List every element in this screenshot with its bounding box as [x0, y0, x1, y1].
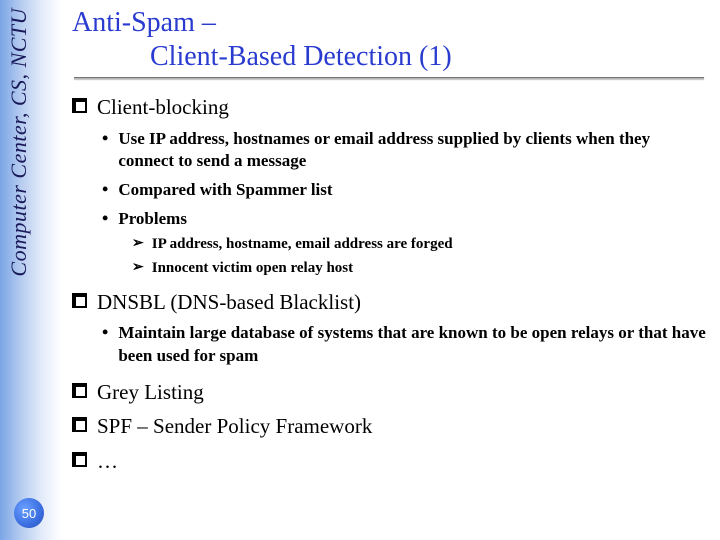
dot-bullet-icon: • — [102, 209, 108, 229]
list-item: … — [72, 447, 706, 475]
list-item-text: Client-blocking — [97, 93, 229, 121]
sub-sub-item-text: Innocent victim open relay host — [152, 258, 353, 278]
sub-sub-list: ➢ IP address, hostname, email address ar… — [132, 234, 706, 278]
sub-item: • Compared with Spammer list — [102, 179, 706, 202]
list-item-text: DNSBL (DNS-based Blacklist) — [97, 288, 361, 316]
square-bullet-icon — [72, 417, 87, 432]
arrow-bullet-icon: ➢ — [132, 235, 144, 254]
page-number-badge: 50 — [14, 498, 44, 528]
list-item-text: SPF – Sender Policy Framework — [97, 412, 372, 440]
bullet-list: Client-blocking • Use IP address, hostna… — [72, 93, 706, 475]
sub-item: • Use IP address, hostnames or email add… — [102, 128, 706, 174]
dot-bullet-icon: • — [102, 129, 108, 149]
sub-list: • Maintain large database of systems tha… — [102, 322, 706, 368]
sidebar-label: Computer Center, CS, NCTU — [6, 8, 32, 277]
list-item-text: … — [97, 447, 118, 475]
dot-bullet-icon: • — [102, 323, 108, 343]
square-bullet-icon — [72, 452, 87, 467]
page-number: 50 — [22, 506, 36, 521]
sub-item-text: Compared with Spammer list — [118, 179, 332, 202]
sub-item-text: Maintain large database of systems that … — [118, 322, 706, 368]
sub-item-text: Problems — [118, 208, 187, 231]
list-item-text: Grey Listing — [97, 378, 204, 406]
list-item: DNSBL (DNS-based Blacklist) — [72, 288, 706, 316]
slide-content: Anti-Spam – Client-Based Detection (1) C… — [72, 6, 706, 530]
sub-sub-item-text: IP address, hostname, email address are … — [152, 234, 453, 254]
list-item: Client-blocking — [72, 93, 706, 121]
sub-item-text: Use IP address, hostnames or email addre… — [118, 128, 706, 174]
arrow-bullet-icon: ➢ — [132, 259, 144, 278]
title-line-1: Anti-Spam – — [72, 7, 216, 38]
list-item: Grey Listing — [72, 378, 706, 406]
slide-title: Anti-Spam – Client-Based Detection (1) — [72, 6, 706, 73]
sub-item: • Maintain large database of systems tha… — [102, 322, 706, 368]
sub-sub-item: ➢ Innocent victim open relay host — [132, 258, 706, 278]
square-bullet-icon — [72, 383, 87, 398]
sub-sub-item: ➢ IP address, hostname, email address ar… — [132, 234, 706, 254]
dot-bullet-icon: • — [102, 180, 108, 200]
title-underline — [74, 77, 704, 79]
sidebar-gradient: Computer Center, CS, NCTU — [0, 0, 62, 540]
square-bullet-icon — [72, 98, 87, 113]
sub-item: • Problems — [102, 208, 706, 231]
square-bullet-icon — [72, 293, 87, 308]
list-item: SPF – Sender Policy Framework — [72, 412, 706, 440]
list-group: Grey Listing SPF – Sender Policy Framewo… — [72, 378, 706, 475]
title-line-2: Client-Based Detection (1) — [72, 40, 706, 74]
sub-list: • Use IP address, hostnames or email add… — [102, 128, 706, 278]
